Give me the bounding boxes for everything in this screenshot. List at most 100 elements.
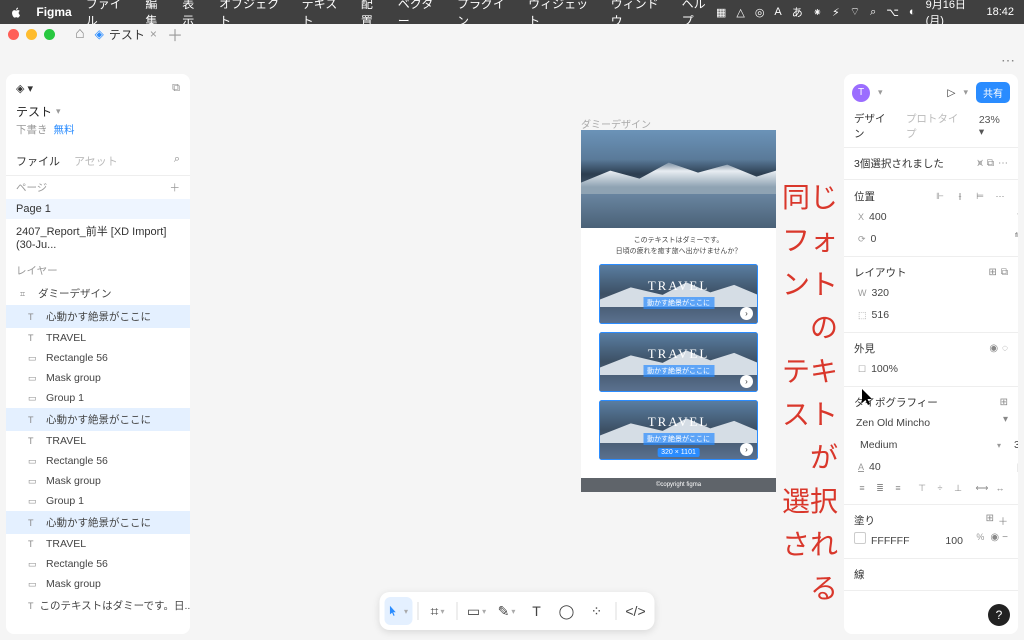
blend-icon[interactable]: ◌ xyxy=(1002,343,1008,354)
move-tool[interactable]: ▾ xyxy=(385,597,413,625)
selected-text[interactable]: 動かす絶景がここに xyxy=(643,433,714,445)
card[interactable]: TRAVEL 動かす絶景がここに › 320 × 1101 xyxy=(599,400,758,460)
layer-item[interactable]: Tこのテキストはダミーです。日... xyxy=(6,594,190,617)
visibility-icon[interactable]: ◉ xyxy=(989,343,998,354)
layer-item[interactable]: T心動かす絶景がここに xyxy=(6,408,190,431)
selected-text[interactable]: 動かす絶景がここに xyxy=(643,365,714,377)
layer-item[interactable]: ▭Rectangle 56 xyxy=(6,348,190,368)
tab-file[interactable]: ファイル xyxy=(16,153,60,169)
valign-mid-icon[interactable]: ÷ xyxy=(932,480,948,496)
valign-bot-icon[interactable]: ⊥ xyxy=(950,480,966,496)
layer-item[interactable]: ▭Group 1 xyxy=(6,491,190,511)
tray-wifi-icon[interactable]: ⌔ xyxy=(850,5,860,19)
align-center-icon[interactable]: ⫲ xyxy=(952,188,968,204)
fill-swatch[interactable] xyxy=(854,532,866,544)
tray-input-icon[interactable]: A xyxy=(774,6,781,18)
tray-cloud-icon[interactable]: △ xyxy=(736,6,744,19)
layer-item[interactable]: ▭Rectangle 56 xyxy=(6,554,190,574)
layer-item[interactable]: T心動かす絶景がここに xyxy=(6,511,190,534)
figma-logo-icon[interactable]: ◈ ▾ xyxy=(16,82,33,95)
layer-frame[interactable]: ⌗ダミーデザイン xyxy=(6,282,190,305)
play-icon[interactable]: ▷ xyxy=(947,87,955,99)
hug-input[interactable] xyxy=(870,306,1009,324)
add-page-icon[interactable]: ＋ xyxy=(170,180,181,195)
share-button[interactable]: 共有 xyxy=(976,82,1010,103)
copy-icon[interactable]: ⧉ xyxy=(987,158,994,169)
tray-bluetooth-icon[interactable]: ⁕ xyxy=(813,6,822,19)
comment-tool[interactable]: ◯ xyxy=(553,597,581,625)
plan-label[interactable]: 無料 xyxy=(54,122,75,137)
menu-app[interactable]: Figma xyxy=(36,5,71,19)
align-right-icon[interactable]: ⊨ xyxy=(972,188,988,204)
style-icon[interactable]: ⊞ xyxy=(986,513,994,528)
type-settings-icon[interactable]: ⊞ xyxy=(1000,397,1008,408)
layer-item[interactable]: TTRAVEL xyxy=(6,534,190,554)
chevron-down-icon[interactable]: ▾ xyxy=(56,106,61,117)
opacity-input[interactable] xyxy=(869,360,1008,378)
layer-item[interactable]: ▭Mask group xyxy=(6,471,190,491)
resize-auto-icon[interactable]: ⟷ xyxy=(974,480,990,496)
tray-siri-icon[interactable]: ◐ xyxy=(909,6,916,18)
valign-top-icon[interactable]: ⊤ xyxy=(914,480,930,496)
tray-battery-icon[interactable]: ⚡︎ xyxy=(832,6,840,19)
autolayout-icon[interactable]: ⊞ xyxy=(988,267,996,278)
layer-item[interactable]: TTRAVEL xyxy=(6,431,190,451)
pages-section-label[interactable]: ページ xyxy=(16,180,47,195)
window-traffic-lights[interactable] xyxy=(8,29,55,40)
page-item[interactable]: 2407_Report_前半 [XD Import] (30-Ju... xyxy=(6,219,190,255)
dev-mode-toggle[interactable]: </> xyxy=(622,597,650,625)
match-icon[interactable]: ⩙ xyxy=(977,158,983,169)
layer-item[interactable]: T心動かす絶景がここに xyxy=(6,305,190,328)
draft-label[interactable]: 下書き xyxy=(16,122,48,137)
tray-kana-icon[interactable]: あ xyxy=(792,4,803,20)
file-title[interactable]: テスト xyxy=(16,103,52,120)
tray-control-icon[interactable]: ⌥ xyxy=(886,6,899,19)
card[interactable]: TRAVEL 動かす絶景がここに › xyxy=(599,332,758,392)
close-tab-icon[interactable]: × xyxy=(150,27,157,41)
fill-pct-input[interactable] xyxy=(943,532,973,550)
search-icon[interactable]: ⌕ xyxy=(174,153,180,169)
remove-fill-icon[interactable]: − xyxy=(1002,532,1008,550)
chevron-down-icon[interactable]: ▾ xyxy=(878,87,883,98)
autolayout-add-icon[interactable]: ⧉ xyxy=(1001,267,1008,278)
visibility-icon[interactable]: ◉ xyxy=(990,532,999,550)
width-input[interactable] xyxy=(870,284,1009,302)
tray-search-icon[interactable]: ⌕ xyxy=(870,6,876,19)
rotation-input[interactable] xyxy=(869,230,1008,248)
card[interactable]: TRAVEL 動かす絶景がここに › xyxy=(599,264,758,324)
align-left-text-icon[interactable]: ≡ xyxy=(854,480,870,496)
new-tab-icon[interactable]: ＋ xyxy=(167,22,183,46)
shape-tool[interactable]: ▭▾ xyxy=(463,597,491,625)
tab-assets[interactable]: アセット xyxy=(74,153,118,169)
fill-hex-input[interactable] xyxy=(869,532,940,550)
panel-collapse-icon[interactable]: ⧉ xyxy=(172,82,180,95)
design-frame[interactable]: このテキストはダミーです。 日頃の疲れを癒す旅へ出かけませんか？ TRAVEL … xyxy=(581,130,776,492)
pen-tool[interactable]: ✎▾ xyxy=(493,597,521,625)
tray-figma-icon[interactable]: ▦ xyxy=(716,6,726,19)
font-size-input[interactable] xyxy=(1012,436,1018,454)
align-right-text-icon[interactable]: ≡ xyxy=(890,480,906,496)
more-icon[interactable]: ⋯ xyxy=(992,188,1008,204)
frame-label[interactable]: ダミーデザイン xyxy=(581,116,651,131)
font-weight-input[interactable] xyxy=(858,436,997,454)
add-fill-icon[interactable]: ＋ xyxy=(998,513,1008,528)
resize-fixed-icon[interactable]: ↔ xyxy=(992,480,1008,496)
align-center-text-icon[interactable]: ≣ xyxy=(872,480,888,496)
layer-item[interactable]: ▭Group 1 xyxy=(6,388,190,408)
flip-h-icon[interactable]: ⇋ xyxy=(1015,230,1018,248)
layers-section-label[interactable]: レイヤー xyxy=(16,263,58,278)
tab-design[interactable]: デザイン xyxy=(854,111,896,141)
home-tab-icon[interactable]: ⌂ xyxy=(75,25,85,43)
layer-item[interactable]: ▭Mask group xyxy=(6,574,190,594)
window-overflow-icon[interactable]: ⋯ xyxy=(1001,52,1016,69)
font-family-input[interactable] xyxy=(854,414,1000,432)
zoom-level[interactable]: 23% ▾ xyxy=(979,114,1008,138)
layer-item[interactable]: TTRAVEL xyxy=(6,328,190,348)
tray-app-icon[interactable]: ◎ xyxy=(755,6,765,19)
x-input[interactable] xyxy=(867,208,1006,226)
page-item[interactable]: Page 1 xyxy=(6,199,190,219)
canvas[interactable]: ダミーデザイン このテキストはダミーです。 日頃の疲れを癒す旅へ出かけませんか？… xyxy=(196,68,838,640)
selected-text[interactable]: 動かす絶景がここに xyxy=(643,297,714,309)
frame-tool[interactable]: ⌗▾ xyxy=(424,597,452,625)
avatar[interactable]: T xyxy=(852,84,870,102)
